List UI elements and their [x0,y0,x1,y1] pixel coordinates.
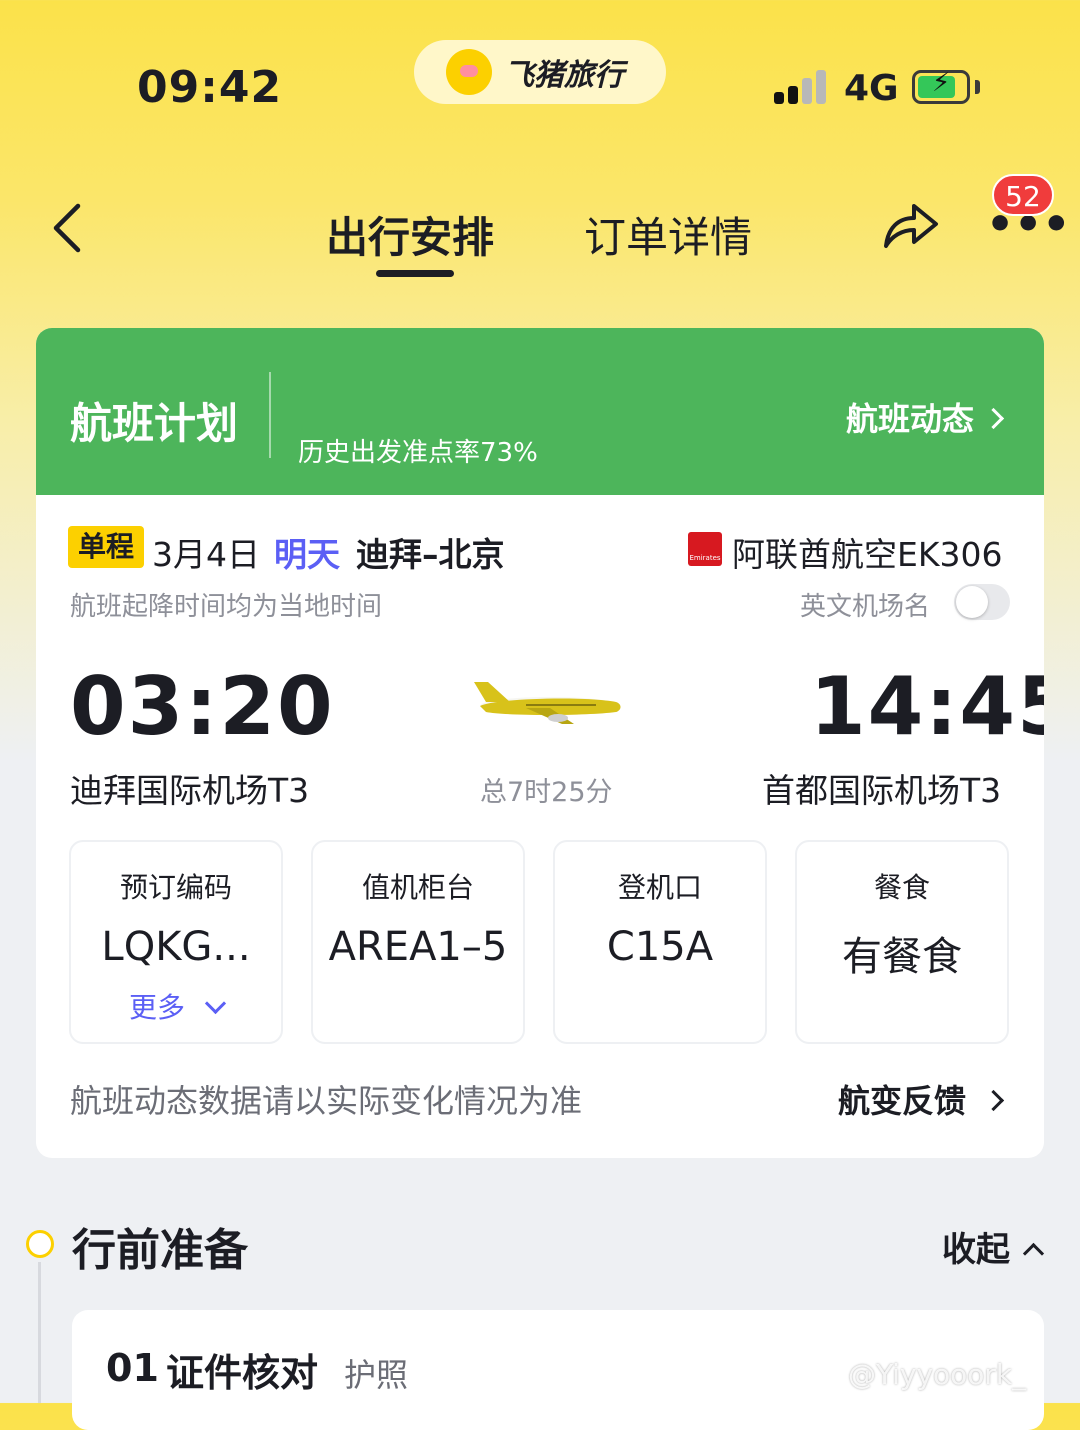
share-icon[interactable] [880,200,940,252]
more-link[interactable]: 更多 [71,986,281,1026]
step-subtitle: 护照 [344,1356,409,1394]
chevron-down-icon [204,992,227,1014]
data-disclaimer: 航班动态数据请以实际变化情况为准 [70,1082,583,1120]
app-name: 飞猪旅行 [504,58,624,93]
tab-itinerary[interactable]: 出行安排 [326,204,494,265]
info-label: 预订编码 [119,871,232,904]
arrival-airport: 首都国际机场T3 [762,771,1002,810]
more-label: 更多 [129,991,186,1024]
flight-card: 航班计划 历史出发准点率73% 航班动态 单程 3月4日 明天 迪拜–北京 Em… [36,328,1044,1158]
flight-change-feedback-link[interactable]: 航变反馈 [838,1076,1005,1122]
status-time: 09:42 [137,62,283,113]
more-menu-icon[interactable]: ••• [986,203,1070,247]
flight-duration: 总7时25分 [480,777,613,808]
timeline-dot [26,1230,54,1258]
timeline-line [38,1262,41,1403]
flight-plan-title: 航班计划 [70,399,239,448]
info-label: 餐食 [873,871,930,904]
meal-box: 餐食 有餐食 [795,840,1009,1044]
airplane-icon [474,682,621,724]
english-airport-toggle[interactable] [954,584,1010,620]
booking-code-box[interactable]: 预订编码 LQKG... 更多 [69,840,283,1044]
relative-day: 明天 [274,535,340,574]
flight-status-label: 航班动态 [846,400,975,438]
flight-date: 3月4日 [152,535,260,574]
flight-route: 迪拜–北京 [356,535,505,574]
departure-time: 03:20 [70,660,335,753]
chevron-right-icon [982,1089,1005,1111]
signal-icon [774,70,828,104]
app-badge[interactable]: 飞猪旅行 [414,40,666,104]
watermark: @Yiyyooork_ [848,1358,1027,1391]
meal: 有餐食 [842,934,962,980]
chevron-right-icon [982,407,1005,429]
tab-order-details[interactable]: 订单详情 [584,204,752,265]
check-in-counter: AREA1–5 [328,924,508,970]
english-airport-label: 英文机场名 [800,592,931,622]
on-time-rate: 历史出发准点率73% [298,438,538,468]
step-title: 证件核对 [166,1351,319,1395]
feedback-label: 航变反馈 [838,1082,967,1120]
trip-type-badge: 单程 [68,526,144,568]
notification-badge: 52 [992,174,1054,216]
network-label: 4G [844,68,899,109]
airline-logo: Emirates [688,532,722,566]
flight-plan-header: 航班计划 历史出发准点率73% 航班动态 [36,328,1044,495]
collapse-button[interactable]: 收起 [942,1222,1045,1271]
pre-trip-title: 行前准备 [72,1225,248,1276]
back-arrow-icon[interactable] [48,200,88,256]
booking-code: LQKG... [101,924,251,970]
local-time-note: 航班起降时间均为当地时间 [70,592,383,622]
toggle-knob [956,586,988,618]
active-tab-indicator [376,270,454,277]
fliggy-logo-icon [446,49,492,95]
departure-airport: 迪拜国际机场T3 [70,771,310,810]
arrival-time: 14:45 [810,660,1044,753]
charging-bolt-icon: ⚡ [932,68,951,98]
battery-tip [975,80,980,94]
collapse-label: 收起 [942,1230,1010,1270]
info-label: 登机口 [617,871,702,904]
airline-flight-number: 阿联酋航空EK306 [732,535,1003,574]
gate-box: 登机口 C15A [553,840,767,1044]
header-divider [269,372,271,458]
info-label: 值机柜台 [361,871,474,904]
gate: C15A [606,924,714,970]
step-number: 01 [106,1346,159,1390]
check-in-counter-box: 值机柜台 AREA1–5 [311,840,525,1044]
flight-status-link[interactable]: 航班动态 [846,394,1005,440]
chevron-up-icon [1022,1242,1045,1265]
